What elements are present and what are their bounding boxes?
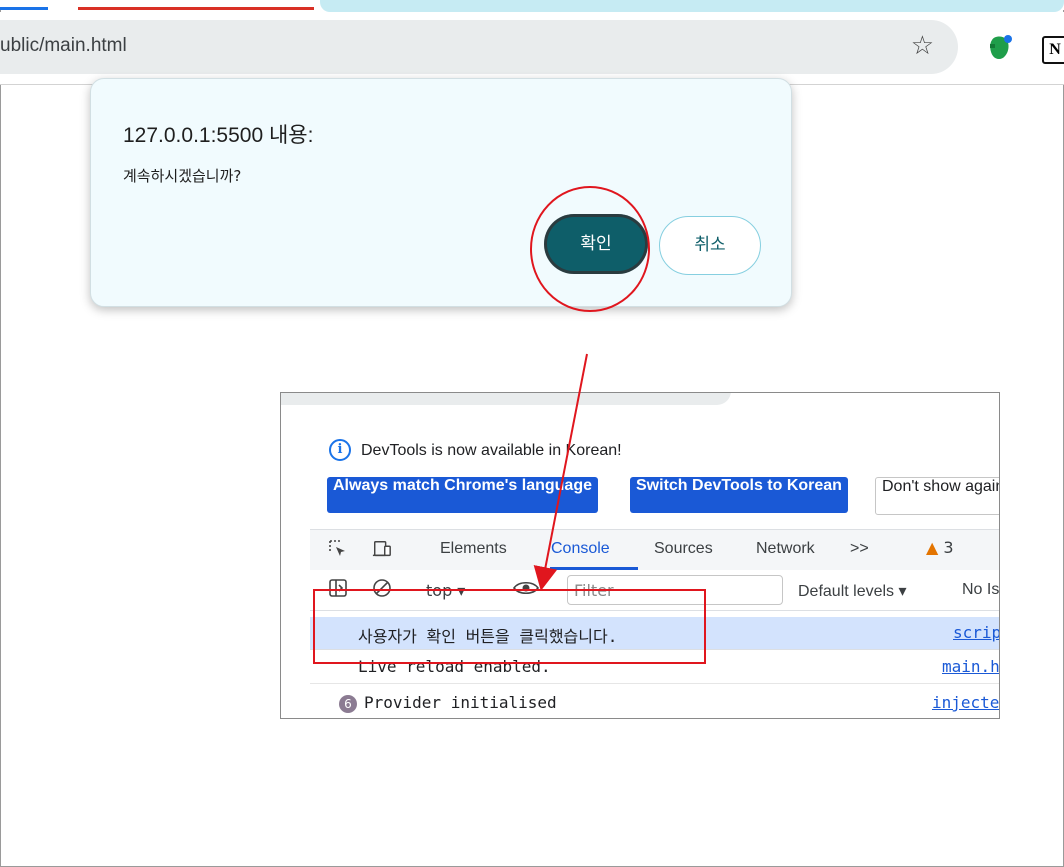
warning-count[interactable]: ▲ 3 <box>926 538 954 557</box>
tab-network[interactable]: Network <box>756 540 815 558</box>
log-levels-value: Default levels <box>798 583 895 600</box>
url-text[interactable]: ublic/main.html <box>0 35 127 57</box>
info-icon: i <box>329 439 351 461</box>
dialog-title: 127.0.0.1:5500 내용: <box>123 124 314 147</box>
star-icon[interactable]: ☆ <box>911 32 934 60</box>
tab-elements[interactable]: Elements <box>440 540 507 558</box>
log-source-link[interactable]: injected.js <box>932 693 999 712</box>
tab-console[interactable]: Console <box>551 540 610 558</box>
more-tabs-icon[interactable]: >> <box>850 540 869 558</box>
device-toolbar-icon[interactable] <box>372 539 392 559</box>
eye-icon[interactable] <box>512 578 540 598</box>
tab-strip <box>0 0 1064 12</box>
log-message: Live reload enabled. <box>358 657 551 676</box>
warning-count-value: 3 <box>943 538 954 557</box>
ok-button[interactable]: 확인 <box>544 214 648 274</box>
devtools-panel: i DevTools is now available in Korean! A… <box>280 392 1000 719</box>
clear-console-icon[interactable] <box>372 578 392 598</box>
filter-placeholder: Filter <box>574 581 614 600</box>
address-bar-fragment <box>281 393 731 405</box>
devtools-tab-bar: Elements Console Sources Network >> ▲ 3 <box>310 529 999 571</box>
inspect-element-icon[interactable] <box>328 539 348 559</box>
context-selector[interactable]: top ▾ <box>426 581 465 600</box>
match-chrome-language-button[interactable]: Always match Chrome's language <box>327 477 598 513</box>
browser-toolbar: ublic/main.html ☆ N <box>0 12 1064 85</box>
alert-dialog: 127.0.0.1:5500 내용: 계속하시겠습니까? 확인 취소 <box>90 78 792 307</box>
log-message: Provider initialised <box>364 693 557 712</box>
devtools-language-notice: DevTools is now available in Korean! <box>361 442 622 459</box>
tab-loading-indicator <box>78 7 314 10</box>
active-tab-indicator <box>0 7 48 10</box>
repeat-count-badge: 6 <box>339 695 357 713</box>
log-source-link[interactable]: main.html <box>942 657 999 676</box>
switch-to-korean-button[interactable]: Switch DevTools to Korean <box>630 477 848 513</box>
log-message: 사용자가 확인 버튼을 클릭했습니다. <box>358 627 618 646</box>
tab-band <box>320 0 1064 12</box>
warning-icon: ▲ <box>926 538 939 557</box>
console-log-row[interactable]: 6 Provider initialised injected.js <box>310 687 999 718</box>
tab-sources[interactable]: Sources <box>654 540 713 558</box>
dialog-message: 계속하시겠습니까? <box>123 167 242 185</box>
dont-show-again-button[interactable]: Don't show again <box>875 477 999 515</box>
notion-icon[interactable]: N <box>1042 36 1064 64</box>
log-source-link[interactable]: script.js <box>953 623 999 642</box>
console-filter-bar: top ▾ Filter Default levels ▾ No Issues <box>310 570 999 611</box>
devtools-top-strip <box>281 393 999 407</box>
issues-button[interactable]: No Issues <box>962 581 999 599</box>
console-log-row[interactable]: Live reload enabled. main.html <box>310 651 999 684</box>
console-log-row[interactable]: 사용자가 확인 버튼을 클릭했습니다. script.js <box>310 617 999 650</box>
filter-input[interactable]: Filter <box>567 575 783 605</box>
sidebar-toggle-icon[interactable] <box>328 578 348 598</box>
cancel-button[interactable]: 취소 <box>659 216 761 275</box>
log-levels-dropdown[interactable]: Default levels ▾ <box>798 581 907 601</box>
context-selector-value: top <box>426 581 453 600</box>
evernote-icon[interactable] <box>986 34 1012 62</box>
address-bar[interactable]: ublic/main.html ☆ <box>0 20 958 74</box>
